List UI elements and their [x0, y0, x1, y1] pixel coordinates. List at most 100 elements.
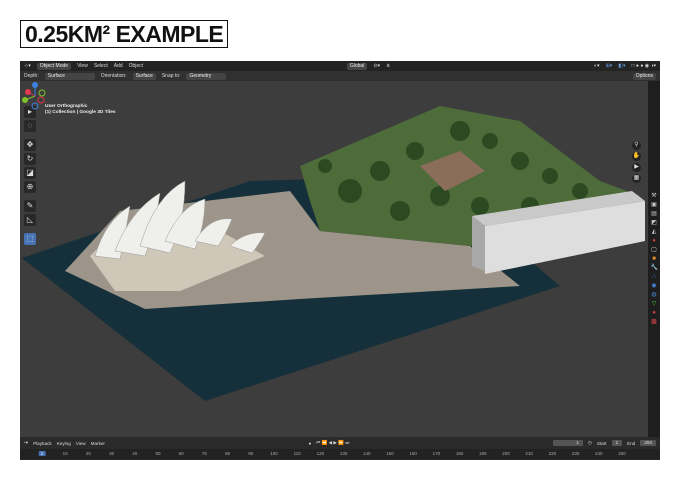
snap-label: Snap to:: [161, 73, 181, 79]
tool-settings-bar: Depth: Surface Orientation: Surface Snap…: [20, 71, 660, 81]
slide-title: 0.25KM² EXAMPLE: [20, 20, 229, 48]
material-icon[interactable]: ●: [651, 310, 658, 317]
camera-icon[interactable]: ▶: [632, 163, 641, 172]
menu-view[interactable]: View: [77, 63, 88, 69]
object-icon[interactable]: ■: [651, 256, 658, 263]
scale-icon[interactable]: ◪: [24, 167, 36, 179]
view-menu[interactable]: View: [76, 441, 86, 446]
timeline-tick: 220: [548, 451, 557, 456]
data-icon[interactable]: ▽: [651, 301, 658, 308]
annotate-icon[interactable]: ✎: [24, 200, 36, 212]
editor-type-icon[interactable]: ⊹▾: [24, 63, 31, 69]
timeline-tick: 110: [293, 451, 301, 456]
modifier-icon[interactable]: 🔧: [651, 265, 658, 272]
timeline-tick: 180: [455, 451, 464, 456]
end-label: End: [627, 440, 636, 446]
visibility-icon[interactable]: ◐▾: [594, 63, 600, 69]
physics-icon[interactable]: ◉: [651, 283, 658, 290]
orientation-select[interactable]: Surface: [132, 72, 156, 80]
timeline-tick: 250: [618, 451, 626, 456]
depth-label: Depth:: [24, 73, 39, 79]
start-label: Start: [596, 440, 607, 446]
marker-menu[interactable]: Marker: [91, 441, 105, 446]
shading-icons[interactable]: □ ● ● ◉ ◑▾: [632, 63, 657, 69]
rotate-icon[interactable]: ↻: [24, 153, 36, 165]
world-icon[interactable]: ●: [651, 238, 658, 245]
timeline-editor-icon[interactable]: ◔▾: [23, 440, 28, 446]
current-frame-marker[interactable]: 1: [38, 451, 46, 456]
navigation-gizmo[interactable]: [20, 81, 50, 111]
toolbar: ▸ ◌ ✥ ↻ ◪ ⊕ ✎ ◺ ⬚: [24, 106, 38, 245]
view-layer-icon[interactable]: ◩: [651, 220, 658, 227]
options-button[interactable]: Options: [632, 72, 656, 80]
gizmo-z[interactable]: [32, 82, 38, 88]
timeline-tick: 130: [339, 451, 348, 456]
timeline-tick: 90: [248, 451, 254, 456]
gizmo-x[interactable]: [25, 89, 31, 95]
viewport-header: ⊹▾ Object Mode View Select Add Object Gl…: [20, 61, 660, 71]
transform-orientation-select[interactable]: Global: [346, 62, 368, 70]
timeline-ruler[interactable]: 1 10 20 30 40 50 60 70 80 90 100 110 120 130 140 150 160…: [20, 449, 660, 459]
render-icon[interactable]: ▣: [651, 202, 658, 209]
orientation-label: Orientation:: [100, 73, 127, 79]
transform-icon[interactable]: ⊕: [24, 181, 36, 193]
zoom-icon[interactable]: ⚲: [632, 141, 641, 150]
timeline-tick: 40: [132, 451, 138, 456]
timeline-tick: 230: [571, 451, 580, 456]
output-icon[interactable]: ▤: [651, 211, 658, 218]
end-field[interactable]: 250: [640, 440, 656, 446]
timeline-tick: 210: [525, 451, 533, 456]
timeline-tick: 60: [178, 451, 184, 456]
timeline-tick: 170: [432, 451, 441, 456]
depth-select[interactable]: Surface: [44, 72, 95, 80]
keying-menu[interactable]: Keying: [57, 441, 71, 446]
blender-window: ⊹▾ Object Mode View Select Add Object Gl…: [20, 61, 660, 460]
snap-select[interactable]: Geometry: [186, 72, 227, 80]
snap-icon[interactable]: ⋔: [386, 63, 390, 69]
measure-icon[interactable]: ◺: [24, 214, 36, 226]
timeline-tick: 240: [595, 451, 603, 456]
playback-controls[interactable]: ⏮ ⏪ ◀ ▶ ⏩ ⏭: [316, 440, 349, 446]
clock-icon[interactable]: ◷: [588, 440, 592, 446]
scene-icon[interactable]: ◭: [651, 229, 658, 236]
tool-icon[interactable]: ⚒: [651, 193, 658, 200]
add-cube-icon[interactable]: ⬚: [24, 233, 36, 245]
properties-strip: ⚒ ▣ ▤ ◩ ◭ ● ▢ ■ 🔧 ∴ ◉ ◍ ▽ ● ▩: [648, 81, 660, 437]
gizmo-y[interactable]: [22, 97, 28, 103]
collection-icon[interactable]: ▢: [651, 247, 658, 254]
grid-icon[interactable]: ▦: [632, 174, 641, 183]
gizmo-toggle-icon[interactable]: ⊞▾: [606, 63, 613, 69]
timeline-tick: 70: [201, 451, 207, 456]
timeline-tick: 200: [502, 451, 510, 456]
menu-add[interactable]: Add: [114, 63, 123, 69]
timeline-tick: 140: [363, 451, 371, 456]
start-field[interactable]: 1: [611, 440, 623, 446]
constraints-icon[interactable]: ◍: [651, 292, 658, 299]
timeline-tick: 50: [155, 451, 161, 456]
viewport-overlay-text: User Orthographic (1) Collection | Googl…: [45, 104, 116, 116]
timeline-tick: 10: [62, 451, 68, 456]
timeline-tick: 160: [409, 451, 417, 456]
timeline-tick: 150: [386, 451, 394, 456]
overlay-toggle-icon[interactable]: ◧▾: [618, 63, 625, 69]
pan-hand-icon[interactable]: ✋: [632, 152, 641, 161]
menu-object[interactable]: Object: [129, 63, 143, 69]
menu-select[interactable]: Select: [94, 63, 108, 69]
timeline-tick: 120: [316, 451, 325, 456]
3d-viewport[interactable]: User Orthographic (1) Collection | Googl…: [20, 81, 648, 437]
collection-name: (1) Collection | Google 3D Tiles: [45, 110, 116, 115]
mode-select[interactable]: Object Mode: [36, 62, 72, 70]
navigation-buttons: ⚲ ✋ ▶ ▦: [632, 141, 641, 183]
timeline-tick: 20: [85, 451, 91, 456]
record-button[interactable]: ●: [308, 441, 311, 446]
pivot-icon[interactable]: ⊙▾: [373, 63, 380, 69]
timeline: ◔▾ Playback Keying View Marker ● ⏮ ⏪ ◀ ▶…: [20, 437, 660, 460]
texture-icon[interactable]: ▩: [651, 319, 658, 326]
current-frame-field[interactable]: 1: [552, 440, 583, 446]
cursor-icon[interactable]: ◌: [24, 120, 36, 132]
particles-icon[interactable]: ∴: [651, 274, 658, 281]
playback-menu[interactable]: Playback: [33, 441, 52, 446]
timeline-tick: 80: [225, 451, 231, 456]
move-icon[interactable]: ✥: [24, 139, 36, 151]
timeline-tick: 190: [479, 451, 487, 456]
